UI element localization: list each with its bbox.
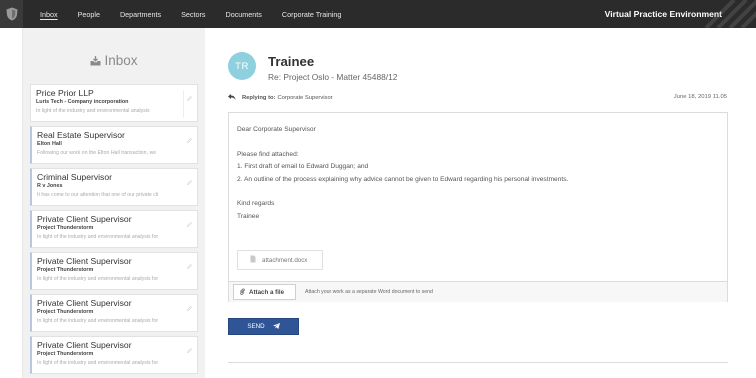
shield-logo-icon[interactable]	[0, 0, 23, 28]
message-body[interactable]: Dear Corporate Supervisor Please find at…	[237, 124, 568, 223]
message-list: Price Prior LLP Luris Tech - Company inc…	[30, 84, 198, 378]
inbox-tray-icon	[90, 54, 101, 69]
nav-corporate-training[interactable]: Corporate Training	[282, 10, 342, 19]
body-line: 1. First draft of email to Edward Duggan…	[237, 163, 369, 171]
message-sender: Private Client Supervisor	[37, 298, 132, 308]
bottom-divider	[228, 362, 728, 363]
inbox-heading: Inbox	[23, 53, 205, 69]
attachment-name: attachment.docx	[262, 256, 308, 264]
message-item[interactable]: Price Prior LLP Luris Tech - Company inc…	[30, 84, 198, 122]
attach-file-label: Attach a file	[249, 288, 285, 296]
body-line	[237, 186, 568, 198]
message-subject: Project Thunderstorm	[37, 225, 94, 231]
pencil-icon	[187, 88, 192, 106]
message-preview: In light of the industry and environment…	[37, 234, 159, 240]
pencil-icon	[187, 130, 192, 148]
message-preview: In light of the industry and environment…	[37, 276, 159, 282]
decorative-stripes	[696, 0, 756, 28]
left-sidebar	[0, 28, 23, 378]
message-sender: Real Estate Supervisor	[37, 130, 125, 140]
pencil-icon	[187, 298, 192, 316]
pencil-icon	[187, 172, 192, 190]
pencil-icon	[187, 214, 192, 232]
sender-name: Trainee	[268, 54, 315, 69]
message-item[interactable]: Private Client Supervisor Project Thunde…	[30, 252, 198, 290]
pencil-icon	[187, 256, 192, 274]
nav-documents[interactable]: Documents	[226, 10, 262, 19]
message-preview: In light of the industry and environment…	[37, 318, 159, 324]
message-subject: Project Thunderstorm	[37, 309, 94, 315]
message-subject: Luris Tech - Company incorporation	[36, 99, 129, 105]
replying-label: Replying to:	[242, 95, 276, 101]
message-sender: Private Client Supervisor	[37, 340, 132, 350]
nav-inbox[interactable]: Inbox	[40, 10, 58, 19]
avatar: TR	[228, 52, 256, 80]
message-date: June 18, 2019 11.05	[673, 94, 727, 100]
message-sender: Private Client Supervisor	[37, 214, 132, 224]
compose-box[interactable]: Dear Corporate Supervisor Please find at…	[228, 112, 728, 302]
message-subject: Project Thunderstorm	[37, 267, 94, 273]
main-nav: Inbox People Departments Sectors Documen…	[40, 0, 361, 28]
body-line: Please find attached:	[237, 150, 299, 158]
paperclip-icon	[239, 287, 245, 297]
nav-departments[interactable]: Departments	[120, 10, 161, 19]
message-subject-line: Re: Project Oslo - Matter 45488/12	[268, 72, 398, 82]
send-button[interactable]: SEND	[228, 318, 299, 335]
message-preview: It has come to our attention that one of…	[37, 192, 159, 198]
nav-sectors[interactable]: Sectors	[181, 10, 205, 19]
message-subject: Elton Hall	[37, 141, 62, 147]
message-preview: Following our work on the Elton Hall tra…	[37, 150, 157, 156]
body-line: Kind regards	[237, 200, 275, 208]
message-preview: In light of the industry and environment…	[36, 108, 150, 114]
pencil-icon	[187, 340, 192, 358]
body-line: 2. An outline of the process explaining …	[237, 175, 569, 183]
inbox-panel: Inbox Price Prior LLP Luris Tech - Compa…	[23, 28, 205, 378]
inbox-title: Inbox	[104, 53, 138, 68]
body-line	[237, 136, 568, 148]
send-label: SEND	[247, 323, 265, 330]
nav-people[interactable]: People	[78, 10, 100, 19]
body-line: Trainee	[237, 212, 260, 220]
message-item[interactable]: Private Client Supervisor Project Thunde…	[30, 210, 198, 248]
attach-hint: Attach your work as a separate Word docu…	[305, 289, 433, 295]
replying-to: Corporate Supervisor	[277, 95, 333, 101]
message-item[interactable]: Real Estate Supervisor Elton Hall Follow…	[30, 126, 198, 164]
attach-file-button[interactable]: Attach a file	[233, 284, 296, 300]
attachment-chip[interactable]: attachment.docx	[237, 250, 323, 270]
message-sender: Price Prior LLP	[36, 88, 94, 98]
document-icon	[250, 255, 256, 265]
compose-footer: Attach a file Attach your work as a sepa…	[229, 281, 727, 302]
message-subject: R v Jones	[37, 183, 63, 189]
message-sender: Criminal Supervisor	[37, 172, 112, 182]
message-item[interactable]: Criminal Supervisor R v Jones It has com…	[30, 168, 198, 206]
reply-info: Replying to: Corporate Supervisor	[228, 93, 333, 103]
top-bar: Inbox People Departments Sectors Documen…	[0, 0, 756, 28]
message-subject: Project Thunderstorm	[37, 351, 94, 357]
paper-plane-icon	[265, 322, 280, 331]
body-line: Dear Corporate Supervisor	[237, 126, 316, 133]
message-sender: Private Client Supervisor	[37, 256, 132, 266]
reply-icon	[228, 94, 236, 102]
message-item[interactable]: Private Client Supervisor Project Thunde…	[30, 336, 198, 374]
message-preview: In light of the industry and environment…	[37, 360, 159, 366]
divider	[183, 90, 184, 118]
message-item[interactable]: Private Client Supervisor Project Thunde…	[30, 294, 198, 332]
